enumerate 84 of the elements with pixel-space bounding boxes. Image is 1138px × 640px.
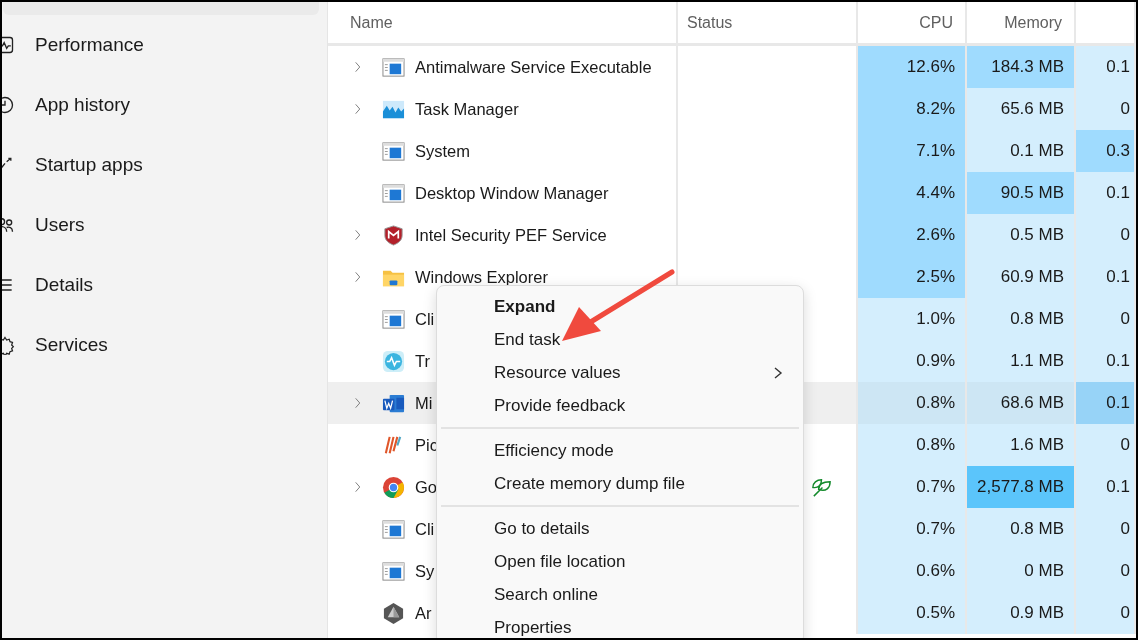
browser-icon xyxy=(382,475,405,499)
window-icon xyxy=(382,55,405,79)
menu-item[interactable]: End task xyxy=(441,323,799,356)
cpu-cell: 0.7% xyxy=(858,508,967,550)
cpu-cell: 0.8% xyxy=(858,424,967,466)
table-cell: 0.1 xyxy=(1076,382,1136,424)
process-name: Task Manager xyxy=(415,98,519,120)
process-name: Intel Security PEF Service xyxy=(415,224,607,246)
memory-cell: 65.6 MB xyxy=(967,88,1076,130)
process-name: Mi xyxy=(415,392,433,414)
cpu-cell: 8.2% xyxy=(858,88,967,130)
memory-cell: 1.1 MB xyxy=(967,340,1076,382)
memory-cell: 184.3 MB xyxy=(967,46,1076,88)
table-cell: 0.1 xyxy=(1076,340,1136,382)
table-cell: 0.1 xyxy=(1076,256,1136,298)
process-name: Desktop Window Manager xyxy=(415,182,609,204)
window-icon xyxy=(382,307,405,331)
table-cell: 0 xyxy=(1076,424,1136,466)
menu-item[interactable]: Go to details xyxy=(441,512,799,545)
window-icon xyxy=(382,559,405,583)
process-name: Windows Explorer xyxy=(415,266,548,288)
cpu-cell: 2.5% xyxy=(858,256,967,298)
menu-item[interactable]: Properties xyxy=(441,611,799,638)
table-cell: 0 xyxy=(1076,592,1136,634)
process-name: Pic xyxy=(415,434,438,456)
cpu-cell: 12.6% xyxy=(858,46,967,88)
process-name: Cli xyxy=(415,308,435,330)
process-name: Tr xyxy=(415,350,430,372)
menu-item[interactable]: Search online xyxy=(441,578,799,611)
sidebar-item[interactable]: Details xyxy=(35,270,94,300)
table-cell: 0 xyxy=(1076,508,1136,550)
sidebar-item[interactable]: Performance xyxy=(35,30,144,60)
memory-cell: 0 MB xyxy=(967,550,1076,592)
menu-item[interactable]: Efficiency mode xyxy=(441,434,799,467)
cpu-cell: 0.7% xyxy=(858,466,967,508)
sidebar-item[interactable]: Services xyxy=(35,330,108,360)
shield-icon xyxy=(382,223,405,247)
table-cell: 0.1 xyxy=(1076,466,1136,508)
cpu-cell: 0.8% xyxy=(858,382,967,424)
process-name: System xyxy=(415,140,470,162)
cpu-cell: 0.9% xyxy=(858,340,967,382)
cpu-cell: 4.4% xyxy=(858,172,967,214)
cpu-cell: 0.6% xyxy=(858,550,967,592)
column-header[interactable]: Name xyxy=(328,2,678,46)
window-icon xyxy=(382,181,405,205)
cpu-cell: 2.6% xyxy=(858,214,967,256)
table-cell: 0.3 xyxy=(1076,130,1136,172)
table-cell: 0 xyxy=(1076,88,1136,130)
cpu-cell: 1.0% xyxy=(858,298,967,340)
memory-cell: 0.8 MB xyxy=(967,508,1076,550)
prism-icon xyxy=(382,601,405,625)
memory-cell: 1.6 MB xyxy=(967,424,1076,466)
process-name: Cli xyxy=(415,518,435,540)
memory-cell: 90.5 MB xyxy=(967,172,1076,214)
table-cell: 0 xyxy=(1076,214,1136,256)
window-icon xyxy=(382,139,405,163)
window-icon xyxy=(382,517,405,541)
menu-item[interactable]: Provide feedback xyxy=(441,389,799,422)
memory-cell: 2,577.8 MB xyxy=(967,466,1076,508)
process-name: Antimalware Service Executable xyxy=(415,56,652,78)
cpu-cell: 7.1% xyxy=(858,130,967,172)
menu-item[interactable]: Create memory dump file xyxy=(441,467,799,500)
menu-item[interactable]: Resource values xyxy=(441,356,799,389)
sidebar-item[interactable]: Users xyxy=(35,210,85,240)
table-cell: 0.1 xyxy=(1076,172,1136,214)
memory-cell: 0.5 MB xyxy=(967,214,1076,256)
table-cell: 0 xyxy=(1076,298,1136,340)
sidebar-item[interactable]: App history xyxy=(35,90,131,120)
memory-cell: 68.6 MB xyxy=(967,382,1076,424)
table-cell: 0.1 xyxy=(1076,46,1136,88)
memory-cell: 0.9 MB xyxy=(967,592,1076,634)
sidebar-item[interactable]: Startup apps xyxy=(35,150,143,180)
menu-item[interactable]: Open file location xyxy=(441,545,799,578)
memory-cell: 60.9 MB xyxy=(967,256,1076,298)
column-header[interactable]: Status xyxy=(678,2,858,46)
menu-item[interactable]: Expand xyxy=(441,290,799,323)
process-name: Go xyxy=(415,476,437,498)
process-name: Sy xyxy=(415,560,435,582)
pulse-icon xyxy=(382,349,405,373)
table-cell: 0 xyxy=(1076,550,1136,592)
cpu-cell: 0.5% xyxy=(858,592,967,634)
memory-cell: 0.1 MB xyxy=(967,130,1076,172)
memory-cell: 0.8 MB xyxy=(967,298,1076,340)
process-name: Ar xyxy=(415,602,432,624)
